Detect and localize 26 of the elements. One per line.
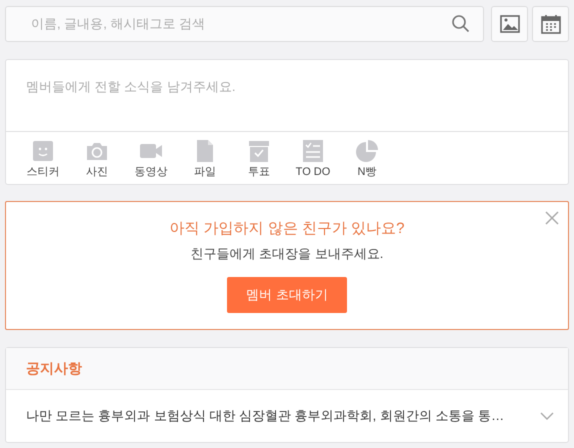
notice-text[interactable]: 나만 모르는 흉부외과 보험상식 대한 심장혈관 흉부외과학회, 회원간의 소통을 통… [26,406,540,426]
calendar-icon [540,14,560,34]
post-input[interactable]: 멤버들에게 전할 소식을 남겨주세요. [6,60,568,132]
chevron-down-icon[interactable] [540,411,554,421]
invite-subtitle: 친구들에게 초대장을 보내주세요. [190,244,384,262]
attach-tool[interactable]: 파일 [184,139,226,180]
calendar-button[interactable] [532,6,569,42]
attach-tool[interactable]: TO DO [292,139,334,180]
search-field[interactable]: 이름, 글내용, 해시태그로 검색 [5,6,484,42]
notice-title: 공지사항 [26,359,82,378]
pie-chart-icon [355,139,379,163]
image-icon [500,14,520,34]
attach-tool[interactable]: 투표 [238,139,280,180]
checklist-icon [301,139,325,163]
invite-title: 아직 가입하지 않은 친구가 있나요? [169,219,404,239]
ballot-box-icon [247,139,271,163]
close-icon[interactable] [544,210,560,226]
attach-tool[interactable]: N빵 [346,139,388,180]
attach-tool[interactable]: 동영상 [130,139,172,180]
search-input[interactable]: 이름, 글내용, 해시태그로 검색 [31,14,451,34]
attach-tool[interactable]: 사진 [76,139,118,180]
smiley-icon [31,139,55,163]
attach-tool[interactable]: 스티커 [22,139,64,180]
composer-card[interactable]: 멤버들에게 전할 소식을 남겨주세요. 스티커 사진 동영상 파일 투표 TO DO N빵 [5,59,569,185]
photo-filter-button[interactable] [491,6,528,42]
search-icon[interactable] [451,14,471,34]
